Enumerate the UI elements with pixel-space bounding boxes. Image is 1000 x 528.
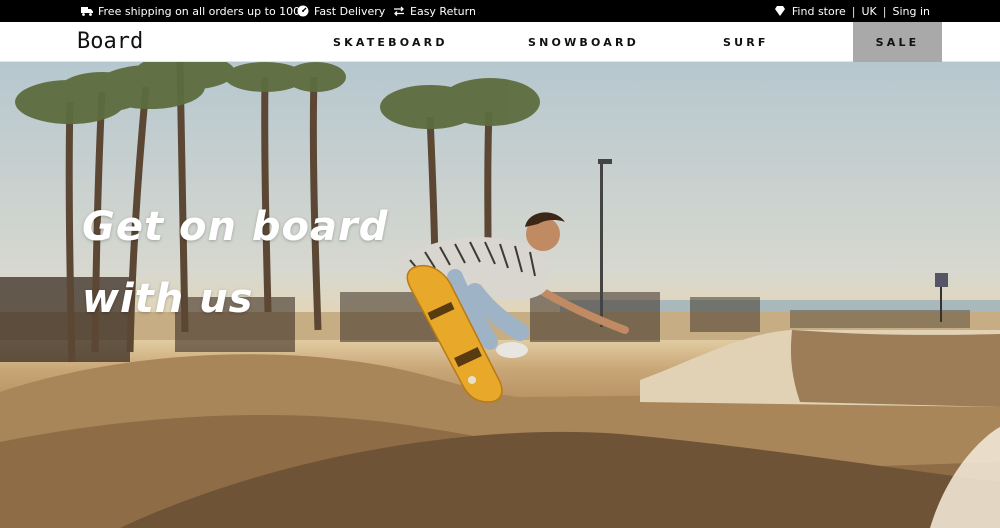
brand-logo[interactable]: Board (77, 29, 143, 54)
hero-headline-line2: with us (82, 276, 254, 322)
separator: | (882, 4, 887, 18)
main-header: Board SKATEBOARD SNOWBOARD SURF SALE (0, 22, 1000, 62)
hero-headline-line1: Get on board (82, 204, 389, 250)
nav-snowboard[interactable]: SNOWBOARD (528, 22, 639, 62)
separator: | (851, 4, 856, 18)
exchange-arrows-icon (394, 6, 404, 16)
hero-banner: Get on board with us (0, 62, 1000, 528)
region-selector[interactable]: UK (861, 5, 876, 18)
delivery-promo: Fast Delivery (297, 0, 385, 22)
returns-text: Easy Return (410, 4, 476, 18)
account-links: Find store | UK | Sing in (774, 0, 930, 22)
find-store-link[interactable]: Find store (792, 5, 846, 18)
nav-sale[interactable]: SALE (853, 22, 942, 62)
sign-in-link[interactable]: Sing in (892, 5, 930, 18)
truck-icon (81, 7, 93, 16)
shipping-text: Free shipping on all orders up to 100£ (98, 4, 308, 18)
nav-skateboard[interactable]: SKATEBOARD (333, 22, 448, 62)
returns-promo: Easy Return (393, 0, 476, 22)
speedometer-icon (297, 5, 309, 17)
nav-surf[interactable]: SURF (723, 22, 769, 62)
delivery-text: Fast Delivery (314, 4, 386, 18)
shipping-promo: Free shipping on all orders up to 100£ (81, 0, 307, 22)
nav-sale-label: SALE (875, 35, 920, 49)
top-promo-bar: Free shipping on all orders up to 100£ F… (0, 0, 1000, 22)
store-diamond-icon (774, 6, 785, 16)
